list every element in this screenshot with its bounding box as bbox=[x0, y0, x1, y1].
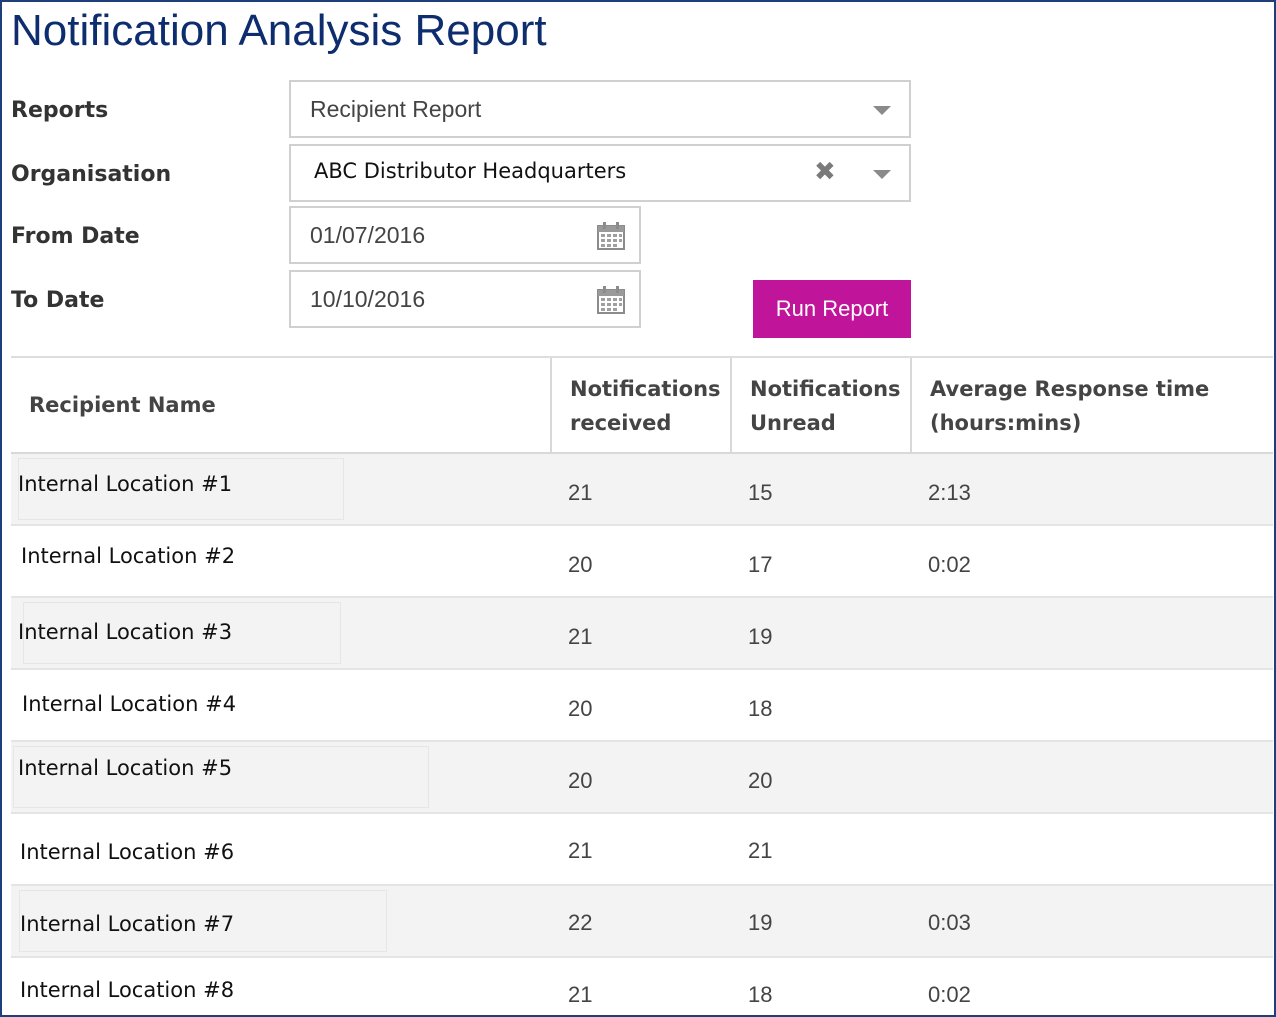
table-header: Recipient Name Notifications received No… bbox=[11, 358, 1273, 454]
recipient-name: Internal Location #1 bbox=[18, 472, 233, 496]
report-window: Notification Analysis Report Reports Rec… bbox=[0, 0, 1276, 1017]
notifications-unread: 18 bbox=[748, 982, 773, 1007]
to-date-field[interactable]: 10/10/2016 bbox=[289, 270, 641, 328]
notifications-unread: 17 bbox=[748, 552, 773, 577]
chevron-down-icon[interactable] bbox=[873, 106, 891, 115]
notifications-unread: 21 bbox=[748, 838, 773, 863]
notifications-received: 21 bbox=[568, 982, 593, 1007]
average-response-time: 2:13 bbox=[928, 480, 971, 505]
table-row: Internal Location #7 22 19 0:03 bbox=[11, 886, 1273, 958]
reports-label: Reports bbox=[11, 98, 109, 123]
notifications-unread: 18 bbox=[748, 696, 773, 721]
average-response-time: 0:03 bbox=[928, 910, 971, 935]
notifications-received: 21 bbox=[568, 838, 593, 863]
column-header-average-response-time[interactable]: Average Response time (hours:mins) bbox=[910, 358, 1273, 452]
recipient-name: Internal Location #3 bbox=[18, 620, 233, 644]
notifications-unread: 19 bbox=[748, 910, 773, 935]
calendar-icon[interactable] bbox=[597, 286, 625, 314]
from-date-field[interactable]: 01/07/2016 bbox=[289, 206, 641, 264]
reports-select-value: Recipient Report bbox=[310, 96, 482, 122]
recipient-name: Internal Location #8 bbox=[20, 978, 235, 1002]
organisation-select-value: ABC Distributor Headquarters bbox=[314, 159, 627, 183]
notifications-received: 20 bbox=[568, 768, 593, 793]
notifications-received: 20 bbox=[568, 696, 593, 721]
recipient-name: Internal Location #5 bbox=[18, 756, 233, 780]
table-row: Internal Location #5 20 20 bbox=[11, 742, 1273, 814]
results-table: Recipient Name Notifications received No… bbox=[11, 356, 1273, 1015]
table-row: Internal Location #1 21 15 2:13 bbox=[11, 454, 1273, 526]
recipient-name: Internal Location #4 bbox=[22, 692, 237, 716]
recipient-name: Internal Location #2 bbox=[21, 544, 236, 568]
to-date-label: To Date bbox=[11, 288, 105, 313]
column-header-recipient-name[interactable]: Recipient Name bbox=[11, 358, 550, 452]
table-row: Internal Location #4 20 18 bbox=[11, 670, 1273, 742]
table-row: Internal Location #3 21 19 bbox=[11, 598, 1273, 670]
from-date-value: 01/07/2016 bbox=[310, 222, 426, 248]
notifications-received: 20 bbox=[568, 552, 593, 577]
notifications-received: 22 bbox=[568, 910, 593, 935]
average-response-time: 0:02 bbox=[928, 552, 971, 577]
run-report-button[interactable]: Run Report bbox=[753, 280, 911, 338]
header-line: Notifications bbox=[750, 377, 901, 401]
average-response-time: 0:02 bbox=[928, 982, 971, 1007]
header-line: Unread bbox=[750, 411, 836, 435]
page-title: Notification Analysis Report bbox=[11, 6, 547, 55]
notifications-unread: 20 bbox=[748, 768, 773, 793]
notifications-received: 21 bbox=[568, 480, 593, 505]
column-header-notifications-received[interactable]: Notifications received bbox=[550, 358, 730, 452]
notifications-unread: 19 bbox=[748, 624, 773, 649]
notifications-received: 21 bbox=[568, 624, 593, 649]
recipient-name: Internal Location #7 bbox=[20, 912, 235, 936]
organisation-label: Organisation bbox=[11, 162, 172, 187]
header-line: Average Response time bbox=[930, 377, 1210, 401]
table-row: Internal Location #8 21 18 0:02 bbox=[11, 958, 1273, 1015]
recipient-name: Internal Location #6 bbox=[20, 840, 235, 864]
header-line: Recipient Name bbox=[29, 393, 216, 417]
from-date-label: From Date bbox=[11, 224, 140, 249]
table-row: Internal Location #2 20 17 0:02 bbox=[11, 526, 1273, 598]
header-line: Notifications bbox=[570, 377, 721, 401]
to-date-value: 10/10/2016 bbox=[310, 286, 426, 312]
close-icon[interactable]: ✖ bbox=[814, 157, 836, 187]
calendar-icon[interactable] bbox=[597, 222, 625, 250]
header-line: received bbox=[570, 411, 672, 435]
organisation-select[interactable]: ABC Distributor Headquarters ✖ bbox=[289, 144, 911, 202]
reports-select[interactable]: Recipient Report bbox=[289, 80, 911, 138]
table-row: Internal Location #6 21 21 bbox=[11, 814, 1273, 886]
column-header-notifications-unread[interactable]: Notifications Unread bbox=[730, 358, 910, 452]
notifications-unread: 15 bbox=[748, 480, 773, 505]
chevron-down-icon[interactable] bbox=[873, 170, 891, 179]
header-line: (hours:mins) bbox=[930, 411, 1082, 435]
